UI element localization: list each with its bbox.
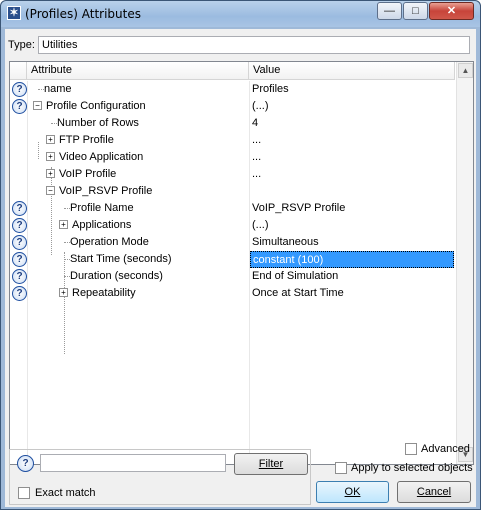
help-icon[interactable]: ? — [12, 82, 27, 97]
attr-label: Repeatability — [72, 287, 136, 299]
help-button[interactable]: ? — [17, 455, 34, 472]
ok-label: OK — [344, 486, 361, 498]
ok-button[interactable]: OK — [316, 481, 389, 503]
attr-row-voip-rsvp-profile[interactable]: − VoIP_RSVP Profile — [10, 183, 455, 200]
attr-row-video-application[interactable]: + Video Application ... — [10, 149, 455, 166]
attr-row-duration[interactable]: ? Duration (seconds) End of Simulation — [10, 268, 455, 285]
help-icon[interactable]: ? — [12, 235, 27, 250]
expand-icon[interactable]: + — [59, 288, 68, 297]
attr-value[interactable]: ... — [250, 132, 454, 149]
title-bar[interactable]: ✶ (Profiles) Attributes — □ ✕ — [1, 1, 480, 27]
filter-group: ? Filter Exact match — [9, 449, 311, 505]
attr-row-profile-configuration[interactable]: ? − Profile Configuration (...) — [10, 98, 455, 115]
attr-label: Start Time (seconds) — [70, 253, 172, 265]
help-icon[interactable]: ? — [12, 286, 27, 301]
header-attribute[interactable]: Attribute — [27, 62, 249, 80]
attr-label: Operation Mode — [70, 236, 149, 248]
expand-icon[interactable]: + — [46, 169, 55, 178]
header-icon-column — [10, 62, 27, 80]
attr-value-selected[interactable]: constant (100) — [250, 251, 454, 268]
help-icon[interactable]: ? — [12, 218, 27, 233]
attr-value[interactable]: End of Simulation — [250, 268, 454, 285]
attr-value[interactable]: Profiles — [250, 81, 454, 98]
grid-header: Attribute Value — [10, 62, 455, 80]
exact-match-label: Exact match — [35, 487, 96, 499]
attr-value[interactable]: Once at Start Time — [250, 285, 454, 302]
expand-icon[interactable]: + — [46, 152, 55, 161]
attribute-grid: Attribute Value ? name Profiles ? − Prof… — [9, 61, 474, 465]
advanced-label: Advanced — [421, 443, 470, 455]
collapse-icon[interactable]: − — [46, 186, 55, 195]
attr-value[interactable]: 4 — [250, 115, 454, 132]
attr-label: Duration (seconds) — [70, 270, 163, 282]
dialog-body: Type: Utilities Attribute Value ? name P… — [5, 29, 476, 507]
attr-row-voip-profile[interactable]: + VoIP Profile ... — [10, 166, 455, 183]
attr-value[interactable] — [250, 183, 454, 200]
help-icon[interactable]: ? — [12, 99, 27, 114]
attr-label: Profile Configuration — [46, 100, 146, 112]
attr-value[interactable]: VoIP_RSVP Profile — [250, 200, 454, 217]
attr-row-start-time[interactable]: ? Start Time (seconds) constant (100) — [10, 251, 455, 268]
apply-selected-checkbox[interactable] — [335, 462, 347, 474]
attr-label: VoIP_RSVP Profile — [59, 185, 153, 197]
opnet-star-icon: ✶ — [7, 6, 21, 20]
filter-label: Filter — [258, 458, 284, 470]
type-label: Type: — [8, 39, 35, 51]
help-icon[interactable]: ? — [12, 269, 27, 284]
exact-match-checkbox[interactable] — [18, 487, 30, 499]
attr-value[interactable]: ... — [250, 166, 454, 183]
attr-label: FTP Profile — [59, 134, 114, 146]
attr-row-number-of-rows[interactable]: Number of Rows 4 — [10, 115, 455, 132]
expand-icon[interactable]: + — [59, 220, 68, 229]
filter-button[interactable]: Filter — [234, 453, 308, 475]
attr-value[interactable]: (...) — [250, 217, 454, 234]
collapse-icon[interactable]: − — [33, 101, 42, 110]
header-value[interactable]: Value — [249, 62, 455, 80]
cancel-button[interactable]: Cancel — [397, 481, 471, 503]
filter-input[interactable] — [40, 454, 226, 472]
maximize-button[interactable]: □ — [403, 2, 428, 20]
help-icon[interactable]: ? — [12, 201, 27, 216]
attr-row-repeatability[interactable]: ? + Repeatability Once at Start Time — [10, 285, 455, 302]
apply-selected-label: Apply to selected objects — [351, 462, 473, 474]
attr-row-ftp-profile[interactable]: + FTP Profile ... — [10, 132, 455, 149]
help-icon[interactable]: ? — [12, 252, 27, 267]
attr-value[interactable]: ... — [250, 149, 454, 166]
minimize-button[interactable]: — — [377, 2, 402, 20]
vertical-scrollbar[interactable]: ▲ ▼ — [456, 62, 473, 464]
attr-label: Profile Name — [70, 202, 134, 214]
scroll-up-icon[interactable]: ▲ — [458, 63, 473, 78]
attr-label: Video Application — [59, 151, 144, 163]
attr-row-profile-name[interactable]: ? Profile Name VoIP_RSVP Profile — [10, 200, 455, 217]
attr-row-operation-mode[interactable]: ? Operation Mode Simultaneous — [10, 234, 455, 251]
cancel-label: Cancel — [416, 486, 452, 498]
attr-label: name — [44, 83, 72, 95]
advanced-checkbox[interactable] — [405, 443, 417, 455]
close-button[interactable]: ✕ — [429, 2, 474, 20]
attributes-dialog: ✶ (Profiles) Attributes — □ ✕ Type: Util… — [0, 0, 481, 510]
attr-label: VoIP Profile — [59, 168, 117, 180]
attr-label: Applications — [72, 219, 132, 231]
attr-value[interactable]: Simultaneous — [250, 234, 454, 251]
attr-label: Number of Rows — [57, 117, 139, 129]
type-field[interactable]: Utilities — [38, 36, 470, 54]
attr-row-name[interactable]: ? name Profiles — [10, 81, 455, 98]
window-title: (Profiles) Attributes — [25, 7, 141, 21]
expand-icon[interactable]: + — [46, 135, 55, 144]
attr-value[interactable]: (...) — [250, 98, 454, 115]
attr-row-applications[interactable]: ? + Applications (...) — [10, 217, 455, 234]
